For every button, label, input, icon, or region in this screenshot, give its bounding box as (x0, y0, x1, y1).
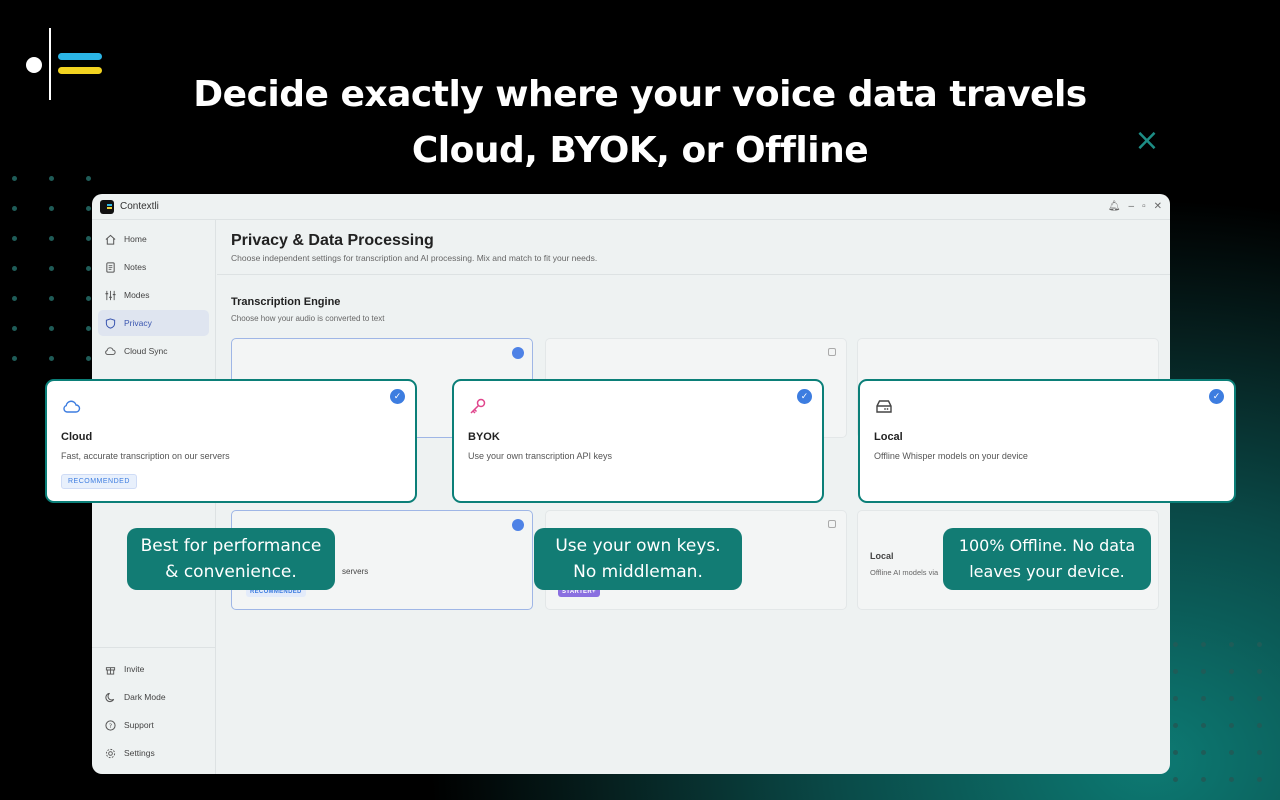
callout-line: Use your own keys. (555, 536, 721, 556)
sidebar-item-label: Settings (124, 748, 155, 758)
card-local[interactable]: ✓ Local Offline Whisper models on your d… (858, 379, 1236, 503)
cloud-icon (63, 400, 81, 413)
cloud-icon (104, 345, 116, 357)
page-subtitle: Choose independent settings for transcri… (231, 253, 598, 263)
maximize-icon[interactable]: ▫ (1142, 201, 1146, 212)
dot-grid-right (1173, 642, 1262, 800)
lock-icon (828, 520, 836, 528)
sidebar-item-label: Modes (124, 290, 150, 300)
sidebar-item-support[interactable]: ? Support (98, 712, 209, 738)
sidebar-item-invite[interactable]: Invite (98, 656, 209, 682)
app-icon (100, 199, 114, 214)
bg-ai-local-desc: Offline AI models via (870, 568, 939, 577)
card-cloud[interactable]: ✓ Cloud Fast, accurate transcription on … (45, 379, 417, 503)
gear-icon (104, 747, 116, 759)
gift-icon (104, 663, 116, 675)
sidebar-bottom: Invite Dark Mode ? Support Settings (92, 647, 215, 768)
sidebar-item-settings[interactable]: Settings (98, 740, 209, 766)
sidebar-item-cloud-sync[interactable]: Cloud Sync (98, 338, 209, 364)
callout-line: 100% Offline. No data (958, 536, 1136, 555)
section-title: Transcription Engine (231, 296, 341, 308)
window-close-icon[interactable]: ✕ (1154, 201, 1162, 212)
sidebar-item-label: Privacy (124, 318, 152, 328)
divider (217, 274, 1170, 275)
app-name: Contextli (120, 201, 159, 212)
check-icon: ✓ (797, 389, 812, 404)
help-icon: ? (104, 719, 116, 731)
card-title: Local (874, 431, 903, 443)
notes-icon (104, 261, 116, 273)
lock-icon (828, 348, 836, 356)
check-icon: ✓ (1209, 389, 1224, 404)
drive-icon (876, 400, 892, 413)
sidebar-item-privacy[interactable]: Privacy (98, 310, 209, 336)
close-icon: × (1134, 123, 1160, 158)
callout-line: leaves your device. (969, 562, 1125, 581)
shield-icon (104, 317, 116, 329)
minimize-icon[interactable]: – (1129, 201, 1135, 212)
sidebar-item-label: Invite (124, 664, 145, 674)
callout-cloud: Best for performance & convenience. (127, 528, 335, 590)
check-icon (512, 347, 524, 359)
sidebar-item-label: Support (124, 720, 154, 730)
headline-line-2: Cloud, BYOK, or Offline (411, 130, 869, 171)
section-subtitle: Choose how your audio is converted to te… (231, 314, 385, 323)
sidebar-item-modes[interactable]: Modes (98, 282, 209, 308)
sidebar-item-label: Dark Mode (124, 692, 166, 702)
bell-icon[interactable]: 🔔︎ (1108, 201, 1121, 212)
callout-local: 100% Offline. No data leaves your device. (943, 528, 1151, 590)
svg-text:?: ? (108, 721, 111, 729)
page-title: Privacy & Data Processing (231, 232, 434, 249)
check-icon: ✓ (390, 389, 405, 404)
card-description: Offline Whisper models on your device (874, 451, 1028, 461)
card-description: Fast, accurate transcription on our serv… (61, 451, 230, 461)
bg-ai-local-title: Local (870, 551, 894, 561)
home-icon (104, 233, 116, 245)
sidebar-item-label: Home (124, 234, 147, 244)
headline-line-1: Decide exactly where your voice data tra… (193, 74, 1087, 115)
recommended-badge: RECOMMENDED (61, 474, 137, 489)
bg-ai-cloud-desc: servers (342, 567, 369, 576)
callout-line: & convenience. (165, 562, 297, 582)
sidebar-item-dark-mode[interactable]: Dark Mode (98, 684, 209, 710)
sidebar-item-label: Cloud Sync (124, 346, 168, 356)
card-description: Use your own transcription API keys (468, 451, 613, 461)
callout-byok: Use your own keys. No middleman. (534, 528, 742, 590)
title-bar: Contextli 🔔︎ – ▫ ✕ (92, 194, 1170, 220)
card-byok[interactable]: ✓ BYOK Use your own transcription API ke… (452, 379, 824, 503)
callout-line: Best for performance (140, 536, 322, 556)
dot-grid-left (12, 176, 91, 361)
sliders-icon (104, 289, 116, 301)
callout-line: No middleman. (573, 562, 703, 582)
card-title: Cloud (61, 431, 93, 443)
key-icon (470, 398, 486, 414)
sidebar-item-label: Notes (124, 262, 147, 272)
moon-icon (104, 691, 116, 703)
check-icon (512, 519, 524, 531)
card-title: BYOK (468, 431, 500, 443)
sidebar-item-home[interactable]: Home (98, 226, 209, 252)
sidebar-item-notes[interactable]: Notes (98, 254, 209, 280)
